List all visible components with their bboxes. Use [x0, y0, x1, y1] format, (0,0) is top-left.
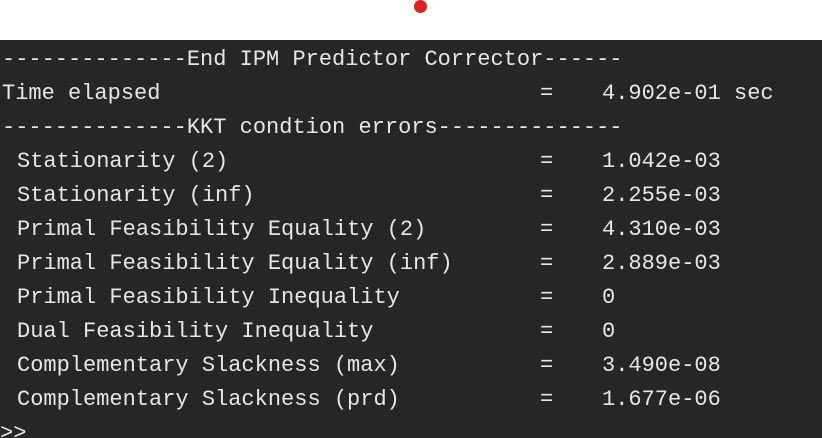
terminal-output[interactable]: --------------End IPM Predictor Correcto…: [0, 40, 822, 438]
kkt-row-value: 4.310e-03: [602, 217, 721, 242]
kkt-row-value: 1.042e-03: [602, 149, 721, 174]
kkt-row: Stationarity (2) = 1.042e-03: [0, 145, 822, 179]
kkt-row-label: Dual Feasibility Inequality: [17, 319, 374, 344]
section-header-kkt: --------------KKT condtion errors-------…: [2, 115, 623, 140]
kkt-row: Stationarity (inf) = 2.255e-03: [0, 179, 822, 213]
time-elapsed-value: 4.902e-01 sec: [602, 81, 774, 106]
kkt-row: Complementary Slackness (max) = 3.490e-0…: [0, 349, 822, 383]
equals-sign: =: [540, 387, 554, 412]
kkt-row: Complementary Slackness (prd) = 1.677e-0…: [0, 383, 822, 417]
equals-sign: =: [540, 353, 554, 378]
kkt-row-value: 2.255e-03: [602, 183, 721, 208]
section-header-end-ipm: --------------End IPM Predictor Correcto…: [2, 47, 623, 72]
equals-sign: =: [540, 81, 554, 106]
equals-sign: =: [540, 285, 554, 310]
kkt-row-label: Primal Feasibility Inequality: [17, 285, 400, 310]
kkt-row-value: 0: [602, 319, 616, 344]
kkt-row: Primal Feasibility Equality (inf) = 2.88…: [0, 247, 822, 281]
kkt-row-value: 2.889e-03: [602, 251, 721, 276]
equals-sign: =: [540, 183, 554, 208]
kkt-row-value: 0: [602, 285, 616, 310]
kkt-row-value: 1.677e-06: [602, 387, 721, 412]
time-elapsed-row: Time elapsed = 4.902e-01 sec: [0, 77, 822, 111]
equals-sign: =: [540, 149, 554, 174]
command-prompt[interactable]: >>: [0, 417, 26, 438]
recording-indicator-icon: [414, 0, 427, 13]
kkt-row-label: Primal Feasibility Equality (2): [17, 217, 427, 242]
kkt-row-label: Complementary Slackness (max): [17, 353, 400, 378]
kkt-row-label: Stationarity (2): [17, 149, 229, 174]
kkt-row-value: 3.490e-08: [602, 353, 721, 378]
kkt-row-label: Stationarity (inf): [17, 183, 255, 208]
kkt-row: Primal Feasibility Equality (2) = 4.310e…: [0, 213, 822, 247]
equals-sign: =: [540, 251, 554, 276]
window-top-bar: [0, 0, 822, 40]
kkt-row-label: Complementary Slackness (prd): [17, 387, 400, 412]
kkt-row-label: Primal Feasibility Equality (inf): [17, 251, 453, 276]
time-elapsed-label: Time elapsed: [2, 81, 161, 106]
equals-sign: =: [540, 217, 554, 242]
kkt-row: Primal Feasibility Inequality = 0: [0, 281, 822, 315]
kkt-row: Dual Feasibility Inequality = 0: [0, 315, 822, 349]
equals-sign: =: [540, 319, 554, 344]
